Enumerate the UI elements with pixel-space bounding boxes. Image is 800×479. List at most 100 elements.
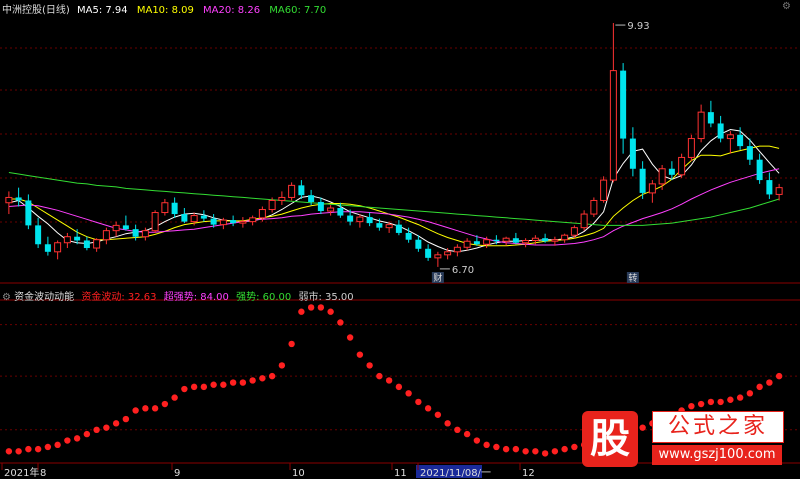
candle-body bbox=[54, 242, 62, 253]
fund-wave-dot bbox=[249, 377, 256, 384]
indicator-name: 资金波动动能 bbox=[14, 292, 75, 303]
candle-body bbox=[483, 239, 491, 245]
fund-wave-dot bbox=[327, 308, 334, 315]
fund-wave-dot bbox=[44, 443, 52, 451]
fund-wave-dot bbox=[522, 448, 529, 455]
candle-body bbox=[473, 241, 480, 245]
candle-body bbox=[347, 215, 354, 222]
fund-wave-dot bbox=[376, 372, 383, 380]
candle-body bbox=[766, 180, 773, 195]
candle-body bbox=[190, 215, 198, 223]
candle-body bbox=[44, 244, 51, 252]
candle-body bbox=[756, 159, 763, 181]
fund-wave-dot bbox=[717, 398, 724, 406]
candle-body bbox=[463, 240, 471, 248]
gear-icon[interactable]: ⚙ bbox=[2, 292, 11, 303]
x-axis-label: 8 bbox=[40, 468, 46, 479]
ma-line-MA10 bbox=[8, 145, 780, 247]
fund-wave-dot bbox=[298, 308, 305, 315]
fund-wave-dot bbox=[473, 437, 481, 444]
candle-body bbox=[327, 207, 335, 212]
stock-name: 中洲控股(日线) bbox=[2, 5, 70, 16]
ma20-label: MA20: 8.26 bbox=[203, 5, 261, 16]
candle-body bbox=[648, 183, 656, 194]
x-axis-label: 9 bbox=[174, 468, 180, 479]
candle-body bbox=[522, 239, 530, 244]
fund-wave-dot bbox=[707, 398, 715, 406]
fund-wave-dot bbox=[454, 426, 461, 433]
candle-body bbox=[453, 246, 461, 253]
candle-body bbox=[697, 111, 705, 140]
fund-wave-dot bbox=[307, 304, 315, 311]
fund-wave-dot bbox=[34, 445, 42, 453]
fund-wave-dot bbox=[73, 435, 81, 442]
candle-body bbox=[112, 224, 120, 232]
fund-wave-dot bbox=[385, 377, 393, 384]
candle-body bbox=[639, 168, 646, 193]
candle-body bbox=[219, 219, 227, 226]
fund-wave-dot bbox=[83, 430, 91, 438]
event-marker: 财 bbox=[433, 272, 442, 284]
candle-body bbox=[141, 230, 149, 238]
candle-body bbox=[561, 234, 569, 241]
sub-panel-header: ⚙ 资金波动动能 资金波动: 32.63 超强势: 84.00 强势: 60.0… bbox=[2, 288, 354, 303]
candle-body bbox=[249, 217, 257, 223]
candle-body bbox=[385, 224, 393, 229]
watermark-title: 公式之家 bbox=[652, 411, 784, 443]
candle-body bbox=[356, 216, 364, 223]
candle-body bbox=[444, 251, 452, 256]
candle-body bbox=[132, 229, 139, 237]
event-marker: 转 bbox=[628, 272, 637, 284]
fund-wave-dot bbox=[190, 383, 198, 391]
fund-wave-dot bbox=[103, 424, 110, 431]
fund-wave-dot bbox=[571, 443, 578, 451]
candle-body bbox=[629, 138, 636, 169]
fund-wave-dot bbox=[551, 448, 559, 455]
fund-wave-dot bbox=[366, 362, 373, 369]
candle-body bbox=[366, 217, 373, 224]
fund-wave-dot bbox=[171, 394, 178, 401]
candle-body bbox=[531, 237, 539, 241]
fund-wave-dot bbox=[229, 379, 237, 386]
fund-wave-dot bbox=[220, 381, 227, 388]
fund-wave-dot bbox=[756, 383, 763, 391]
candle-body bbox=[580, 213, 588, 229]
weak-label: 弱市: 35.00 bbox=[298, 292, 354, 303]
candle-body bbox=[337, 208, 344, 216]
fund-wave-dot bbox=[259, 375, 266, 382]
candle-body bbox=[737, 134, 744, 147]
fund-wave-dot bbox=[346, 334, 354, 341]
fund-wave-dot bbox=[112, 420, 120, 427]
fund-wave-dot bbox=[502, 445, 510, 453]
low-price-label: 6.70 bbox=[452, 265, 474, 276]
candle-body bbox=[258, 209, 266, 219]
fund-wave-dot bbox=[493, 443, 500, 451]
fund-wave-dot bbox=[278, 362, 286, 369]
candle-body bbox=[376, 223, 383, 228]
candle-body bbox=[620, 70, 627, 139]
fund-wave-dot bbox=[746, 390, 754, 397]
candle-body bbox=[63, 236, 71, 244]
high-price-label: 9.93 bbox=[627, 21, 649, 32]
candle-body bbox=[308, 195, 315, 202]
candle-body bbox=[590, 199, 598, 215]
candle-body bbox=[239, 221, 247, 224]
fund-wave-dot bbox=[54, 441, 61, 449]
ma10-label: MA10: 8.09 bbox=[136, 5, 194, 16]
ma5-label: MA5: 7.94 bbox=[77, 5, 128, 16]
candle-body bbox=[415, 239, 422, 249]
candle-body bbox=[502, 237, 510, 242]
x-axis-label: 12 bbox=[522, 468, 535, 479]
fund-wave-dot bbox=[151, 405, 159, 412]
strong-label: 强势: 60.00 bbox=[236, 292, 292, 303]
fund-wave-dot bbox=[268, 372, 276, 380]
watermark: 股 公式之家 www.gszj100.com bbox=[582, 407, 784, 473]
candle-body bbox=[600, 179, 608, 201]
candle-body bbox=[395, 224, 402, 233]
candle-body bbox=[609, 70, 617, 181]
settings-icon[interactable]: ⚙ bbox=[782, 2, 792, 12]
fund-wave-dot bbox=[210, 381, 217, 388]
fund-wave-dot bbox=[5, 448, 13, 455]
ma-line-MA5 bbox=[8, 128, 780, 253]
candle-body bbox=[678, 156, 686, 176]
